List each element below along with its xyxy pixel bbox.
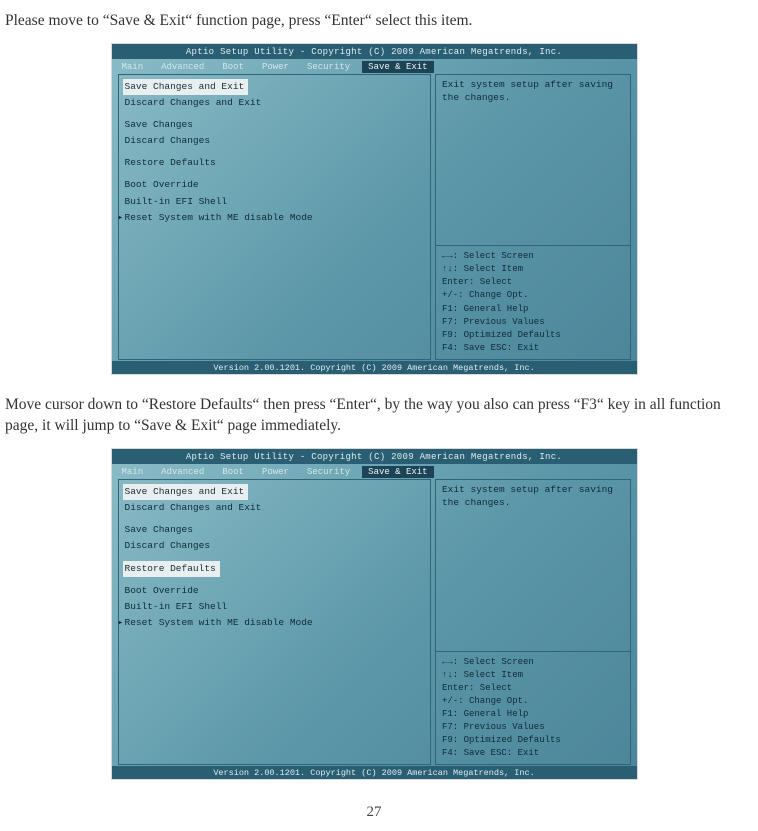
menu-discard-changes-exit[interactable]: Discard Changes and Exit <box>125 97 262 108</box>
help-line: F4: Save ESC: Exit <box>442 342 624 355</box>
bios-left-panel: Save Changes and Exit Discard Changes an… <box>118 74 431 360</box>
bios-right-panel: Exit system setup after saving the chang… <box>435 74 631 360</box>
triangle-right-icon: ▸ <box>118 615 125 631</box>
help-line: ↑↓: Select Item <box>442 669 624 682</box>
menu-save-changes-exit[interactable]: Save Changes and Exit <box>123 484 249 500</box>
menu-save-changes[interactable]: Save Changes <box>125 119 193 130</box>
menu-efi-shell[interactable]: Built-in EFI Shell <box>125 196 228 207</box>
menu-boot-override[interactable]: Boot Override <box>125 179 199 190</box>
tab-power[interactable]: Power <box>256 466 295 478</box>
page-number: 27 <box>5 804 743 821</box>
menu-reset-me[interactable]: ▸Reset System with ME disable Mode <box>125 212 313 223</box>
tab-boot[interactable]: Boot <box>216 466 250 478</box>
tab-advanced[interactable]: Advanced <box>155 61 210 73</box>
help-line: F9: Optimized Defaults <box>442 329 624 342</box>
tab-save-exit[interactable]: Save & Exit <box>362 61 433 73</box>
bios-item-description: Exit system setup after saving the chang… <box>442 79 624 169</box>
tab-advanced[interactable]: Advanced <box>155 466 210 478</box>
menu-discard-changes-exit[interactable]: Discard Changes and Exit <box>125 502 262 513</box>
tab-save-exit[interactable]: Save & Exit <box>362 466 433 478</box>
instruction-2: Move cursor down to “Restore Defaults“ t… <box>5 394 743 437</box>
bios-title: Aptio Setup Utility - Copyright (C) 2009… <box>112 44 637 59</box>
help-line: +/-: Change Opt. <box>442 289 624 302</box>
menu-efi-shell[interactable]: Built-in EFI Shell <box>125 601 228 612</box>
menu-save-changes-exit[interactable]: Save Changes and Exit <box>123 79 249 95</box>
menu-reset-me-label: Reset System with ME disable Mode <box>125 212 313 223</box>
menu-restore-defaults[interactable]: Restore Defaults <box>125 157 216 168</box>
bios-screenshot-2: Aptio Setup Utility - Copyright (C) 2009… <box>112 449 637 779</box>
help-line: ↑↓: Select Item <box>442 263 624 276</box>
menu-discard-changes[interactable]: Discard Changes <box>125 135 211 146</box>
help-line: Enter: Select <box>442 276 624 289</box>
bios-screenshot-1: Aptio Setup Utility - Copyright (C) 2009… <box>112 44 637 374</box>
menu-discard-changes[interactable]: Discard Changes <box>125 540 211 551</box>
bios-screenshot-2-container: Aptio Setup Utility - Copyright (C) 2009… <box>5 449 743 784</box>
tab-main[interactable]: Main <box>116 61 150 73</box>
help-line: F4: Save ESC: Exit <box>442 747 624 760</box>
help-line: F1: General Help <box>442 708 624 721</box>
tab-power[interactable]: Power <box>256 61 295 73</box>
bios-title: Aptio Setup Utility - Copyright (C) 2009… <box>112 449 637 464</box>
bios-left-panel: Save Changes and Exit Discard Changes an… <box>118 479 431 765</box>
help-line: F1: General Help <box>442 303 624 316</box>
instruction-1: Please move to “Save & Exit“ function pa… <box>5 10 743 32</box>
tab-security[interactable]: Security <box>301 466 356 478</box>
help-line: ←→: Select Screen <box>442 250 624 263</box>
tab-security[interactable]: Security <box>301 61 356 73</box>
menu-restore-defaults[interactable]: Restore Defaults <box>123 561 220 577</box>
help-line: +/-: Change Opt. <box>442 695 624 708</box>
bios-right-panel: Exit system setup after saving the chang… <box>435 479 631 765</box>
bios-footer: Version 2.00.1201. Copyright (C) 2009 Am… <box>112 361 637 374</box>
menu-boot-override[interactable]: Boot Override <box>125 585 199 596</box>
bios-item-description: Exit system setup after saving the chang… <box>442 484 624 574</box>
menu-reset-me-label: Reset System with ME disable Mode <box>125 617 313 628</box>
help-line: F9: Optimized Defaults <box>442 734 624 747</box>
tab-boot[interactable]: Boot <box>216 61 250 73</box>
menu-save-changes[interactable]: Save Changes <box>125 524 193 535</box>
tab-main[interactable]: Main <box>116 466 150 478</box>
bios-key-help: ←→: Select Screen ↑↓: Select Item Enter:… <box>442 250 624 354</box>
help-line: F7: Previous Values <box>442 316 624 329</box>
help-line: F7: Previous Values <box>442 721 624 734</box>
help-line: Enter: Select <box>442 682 624 695</box>
bios-footer: Version 2.00.1201. Copyright (C) 2009 Am… <box>112 766 637 779</box>
menu-reset-me[interactable]: ▸Reset System with ME disable Mode <box>125 617 313 628</box>
help-line: ←→: Select Screen <box>442 656 624 669</box>
bios-key-help: ←→: Select Screen ↑↓: Select Item Enter:… <box>442 656 624 760</box>
bios-screenshot-1-container: Aptio Setup Utility - Copyright (C) 2009… <box>5 44 743 379</box>
triangle-right-icon: ▸ <box>118 210 125 226</box>
